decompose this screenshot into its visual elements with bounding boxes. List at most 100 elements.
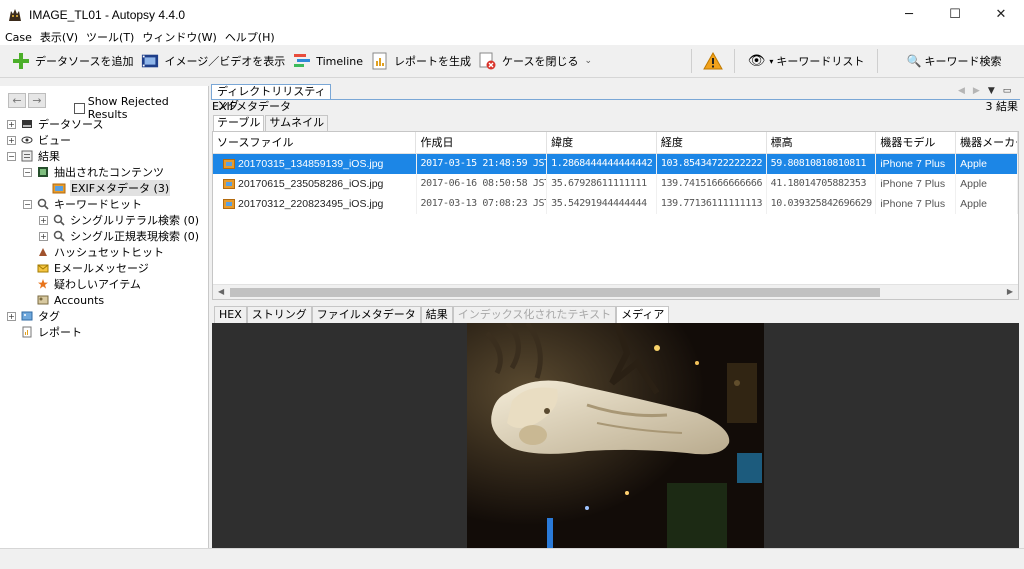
column-header[interactable]: 機器モデル [876,132,957,154]
tree-node[interactable]: − キーワードヒット [0,196,208,212]
tab-prev-icon[interactable]: ◀ [958,86,965,96]
tree-node[interactable]: Eメールメッセージ [0,260,208,276]
tree-node[interactable]: − 結果 [0,148,208,164]
generate-report-label: レポートを生成 [394,55,472,68]
table-cell: iPhone 7 Plus [876,154,957,174]
column-header[interactable]: ソースファイル [213,132,417,154]
file-name: 20170315_134859139_iOS.jpg [238,158,384,170]
viewer-tab[interactable]: メディア [616,306,670,323]
tree-node[interactable]: + タグ [0,308,208,324]
tree-node-label: ハッシュセットヒット [54,246,164,259]
generate-report-button[interactable]: レポートを生成 [367,47,475,75]
window-title: IMAGE_TL01 - Autopsy 4.4.0 [29,7,186,22]
expand-icon[interactable]: + [39,215,48,225]
timeline-button[interactable]: Timeline [289,47,367,75]
results-table: ソースファイル作成日緯度経度標高機器モデル機器メーカー 20170315_134… [212,131,1019,300]
tree-node[interactable]: + シングル正規表現検索 (0) [0,228,208,244]
table-header: ソースファイル作成日緯度経度標高機器モデル機器メーカー [213,132,1018,154]
column-header[interactable]: 標高 [767,132,877,154]
star-icon [36,278,50,290]
arrow-left-icon: ← [12,94,22,107]
tree-node-label: EXIFメタデータ (3) [70,180,171,196]
viewer-tab: インデックス化されたテキスト [452,306,617,323]
tree-node[interactable]: ハッシュセットヒット [0,244,208,260]
expand-icon[interactable]: + [7,119,16,129]
minimize-button[interactable]: ─ [886,0,932,29]
column-header[interactable]: 緯度 [547,132,657,154]
table-cell: 41.18014705882353 [767,174,877,194]
tree-node[interactable]: − 抽出されたコンテンツ [0,164,208,180]
menu-tools[interactable]: ツール(T) [83,29,137,45]
toolbar-divider [877,49,878,73]
timeline-label: Timeline [316,54,364,68]
viewer-tab[interactable]: HEX [214,306,247,323]
expand-icon[interactable]: + [7,311,16,321]
tree-node[interactable]: 疑わしいアイテム [0,276,208,292]
tab-list-icon[interactable]: ▼ [988,86,995,96]
film-icon [141,52,159,70]
tab-nav: ◀ ▶ ▼ ▭ [958,86,1019,96]
collapse-icon[interactable]: − [23,199,32,209]
show-images-button[interactable]: イメージ／ビデオを表示 [137,47,289,75]
expand-icon[interactable]: + [39,231,48,241]
close-case-icon [479,52,497,70]
tree-node[interactable]: + ビュー [0,132,208,148]
tree-node[interactable]: + データソース [0,116,208,132]
warning-button[interactable] [698,47,728,75]
collapse-icon[interactable]: − [23,167,32,177]
scrollbar-thumb[interactable] [230,288,880,297]
scroll-right-icon[interactable]: ▶ [1007,287,1013,296]
menu-help[interactable]: ヘルプ(H) [222,29,278,45]
scroll-left-icon[interactable]: ◀ [218,287,224,296]
table-row[interactable]: 20170315_134859139_iOS.jpg 2017-03-15 21:… [213,154,1018,174]
tab-directory-listing[interactable]: ディレクトリリスティング [211,84,331,112]
close-button[interactable]: ✕ [978,0,1024,29]
accounts-icon [36,294,50,306]
keyword-search-button[interactable]: 🔍 キーワード検索 [884,47,1024,75]
column-header[interactable]: 経度 [657,132,767,154]
horizontal-scrollbar[interactable]: ◀ ▶ [213,284,1018,299]
table-cell: iPhone 7 Plus [876,174,957,194]
viewer-tab[interactable]: ストリング [246,306,312,323]
table-row[interactable]: 20170615_235058286_iOS.jpg 2017-06-16 08:… [213,174,1018,194]
tree-node[interactable]: + シングルリテラル検索 (0) [0,212,208,228]
tree-node[interactable]: EXIFメタデータ (3) [0,180,208,196]
chevron-down-icon[interactable]: ⌄ [584,56,592,66]
dropdown-arrow-icon: ▾ [769,56,774,66]
tab-table[interactable]: テーブル [213,115,265,131]
tree-node-label: シングルリテラル検索 (0) [70,214,200,227]
viewer-tab[interactable]: ファイルメタデータ [311,306,421,323]
table-cell: 59.80810810810811 [766,154,877,174]
table-row[interactable]: 20170312_220823495_iOS.jpg 2017-03-13 07:… [213,194,1018,214]
tab-thumbnail[interactable]: サムネイル [265,115,329,131]
maximize-button[interactable]: ☐ [932,0,978,29]
close-case-button[interactable]: ケースを閉じる ⌄ [475,47,596,75]
column-header[interactable]: 作成日 [416,132,548,154]
back-button[interactable]: ← [8,93,26,108]
merlion-photo [467,323,764,548]
keyword-list-button[interactable]: 👁 ▾ キーワードリスト [741,47,871,75]
maximize-pane-icon[interactable]: ▭ [1003,86,1012,96]
menu-view[interactable]: 表示(V) [37,29,81,45]
column-header[interactable]: 機器メーカー [956,132,1018,154]
toolbar-divider [691,49,692,73]
tree-node-label: データソース [38,118,104,131]
eye-icon: 👁 [747,53,766,69]
viewer-tab[interactable]: 結果 [420,306,453,323]
tab-next-icon[interactable]: ▶ [973,86,980,96]
expand-icon[interactable]: + [7,135,16,145]
image-icon [52,182,66,194]
report-icon [20,326,34,338]
tree-node[interactable]: レポート [0,324,208,340]
forward-button[interactable]: → [28,93,46,108]
table-cell: 139.74151666666666 [657,174,767,194]
table-cell: Apple [956,174,1018,194]
magnifier-icon [52,214,66,226]
eye-icon [20,134,34,146]
collapse-icon[interactable]: − [7,151,16,161]
show-rejected-checkbox[interactable] [74,102,85,114]
add-datasource-button[interactable]: データソースを追加 [8,47,137,75]
menu-window[interactable]: ウィンドウ(W) [139,29,219,45]
tree-node[interactable]: Accounts [0,292,208,308]
menu-case[interactable]: Case [2,31,35,44]
